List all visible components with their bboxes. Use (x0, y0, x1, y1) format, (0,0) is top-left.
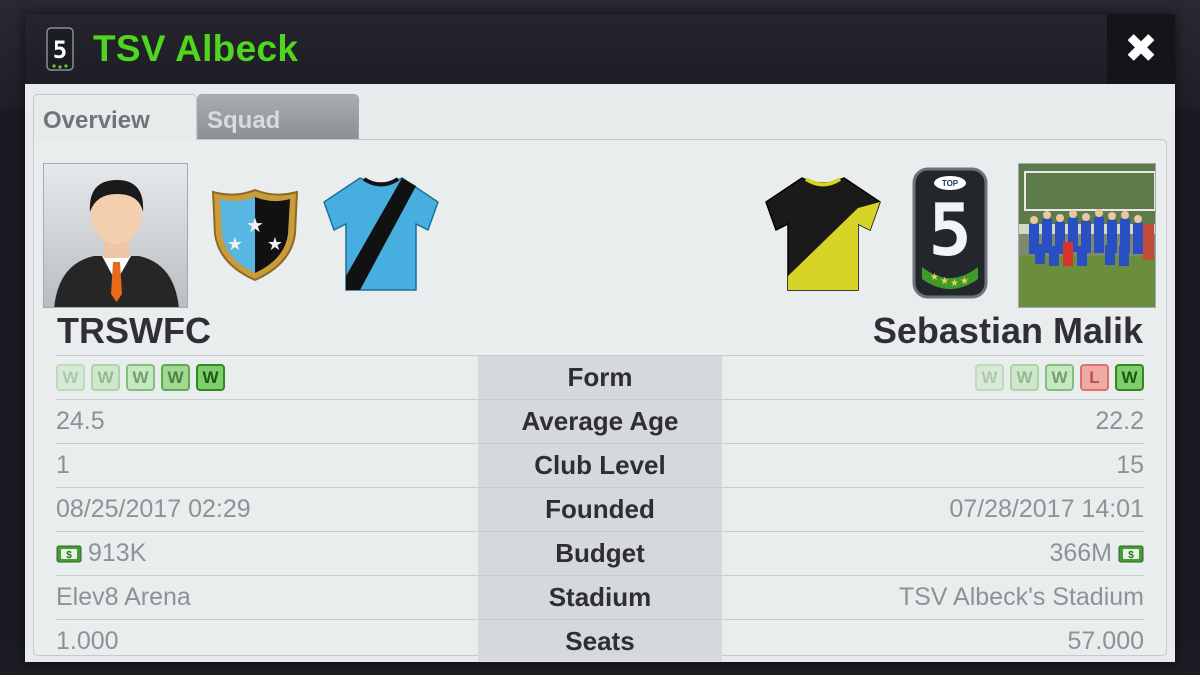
budget-label: Budget (555, 538, 645, 568)
cash-icon: $ (56, 545, 82, 562)
form-badge: W (1115, 364, 1144, 391)
tab-squad[interactable]: Squad (197, 94, 359, 140)
club-comparison-dialog: 5 TSV Albeck ✖ Overview Squad ★ ★ ★ TOP … (25, 14, 1175, 662)
seats-label: Seats (565, 626, 635, 656)
team-photo (1018, 163, 1156, 308)
svg-text:$: $ (66, 550, 72, 561)
comparison-table: W W W W W Form W W W L W 24.5 Average Ag… (56, 355, 1144, 661)
form-badge: W (56, 364, 85, 391)
svg-text:★: ★ (930, 272, 939, 283)
club-crest-icon: ★ ★ ★ (211, 188, 299, 282)
home-jersey-icon (323, 177, 439, 291)
svg-text:★: ★ (950, 278, 959, 289)
left-stadium: Elev8 Arena (56, 583, 191, 611)
svg-text:★: ★ (267, 234, 283, 254)
table-row-club-level: 1 Club Level 15 (56, 443, 1144, 487)
dialog-content: Overview Squad ★ ★ ★ TOP 5 ★ ★ ★ ★ TRSWF… (25, 84, 1175, 662)
form-badge: W (1045, 364, 1074, 391)
tab-overview[interactable]: Overview (33, 94, 197, 140)
badge-level-digit: 5 (928, 188, 971, 272)
right-average-age: 22.2 (1095, 407, 1144, 435)
close-button[interactable]: ✖ (1107, 14, 1175, 84)
cash-icon: $ (1118, 545, 1144, 562)
table-row-stadium: Elev8 Arena Stadium TSV Albeck's Stadium (56, 575, 1144, 619)
left-form-cell: W W W W W (56, 356, 225, 399)
table-row-seats: 1.000 Seats 57.000 (56, 619, 1144, 663)
table-row-average-age: 24.5 Average Age 22.2 (56, 399, 1144, 443)
right-founded: 07/28/2017 14:01 (949, 495, 1144, 523)
right-stadium: TSV Albeck's Stadium (898, 583, 1144, 611)
left-average-age: 24.5 (56, 407, 105, 435)
form-badge: W (975, 364, 1004, 391)
manager-avatar (43, 163, 188, 308)
form-badge: W (91, 364, 120, 391)
club-level-label: Club Level (534, 450, 666, 480)
dialog-header: 5 TSV Albeck ✖ (25, 14, 1175, 84)
svg-text:★: ★ (960, 276, 969, 287)
club-level-badge-icon: TOP 5 ★ ★ ★ ★ (912, 167, 988, 299)
right-seats: 57.000 (1067, 627, 1144, 655)
form-badge: L (1080, 364, 1109, 391)
right-team-name: Sebastian Malik (872, 310, 1143, 351)
manager-avatar-icon (44, 164, 187, 307)
table-row-form: W W W W W Form W W W L W (56, 355, 1144, 399)
table-row-budget: $ 913K Budget 366M $ (56, 531, 1144, 575)
form-badge: W (1010, 364, 1039, 391)
right-form-cell: W W W L W (975, 356, 1144, 399)
founded-label: Founded (545, 494, 655, 524)
left-form-badges: W W W W W (56, 356, 225, 399)
team-photo-image (1019, 164, 1155, 307)
svg-text:★: ★ (940, 276, 949, 287)
right-budget-cell: 366M $ (1049, 532, 1144, 575)
svg-text:★: ★ (246, 215, 264, 237)
left-budget-cell: $ 913K (56, 532, 146, 575)
left-budget: 913K (88, 539, 147, 567)
form-badge: W (161, 364, 190, 391)
svg-text:★: ★ (227, 234, 243, 254)
svg-text:$: $ (1128, 550, 1134, 561)
form-badge: W (196, 364, 225, 391)
dialog-title: TSV Albeck (93, 28, 299, 69)
right-club-level: 15 (1116, 451, 1144, 479)
average-age-label: Average Age (521, 406, 679, 436)
svg-text:5: 5 (53, 36, 67, 64)
left-seats: 1.000 (56, 627, 119, 655)
table-row-founded: 08/25/2017 02:29 Founded 07/28/2017 14:0… (56, 487, 1144, 531)
form-label: Form (567, 362, 633, 392)
right-form-badges: W W W L W (975, 356, 1144, 399)
left-founded: 08/25/2017 02:29 (56, 495, 251, 523)
away-jersey-icon (765, 177, 881, 291)
right-budget: 366M (1049, 539, 1112, 567)
left-team-name: TRSWFC (57, 310, 211, 351)
stadium-label: Stadium (548, 582, 652, 612)
level-badge-icon: 5 (46, 27, 74, 71)
form-badge: W (126, 364, 155, 391)
left-club-level: 1 (56, 451, 70, 479)
badge-logo-text: TOP (942, 179, 959, 188)
